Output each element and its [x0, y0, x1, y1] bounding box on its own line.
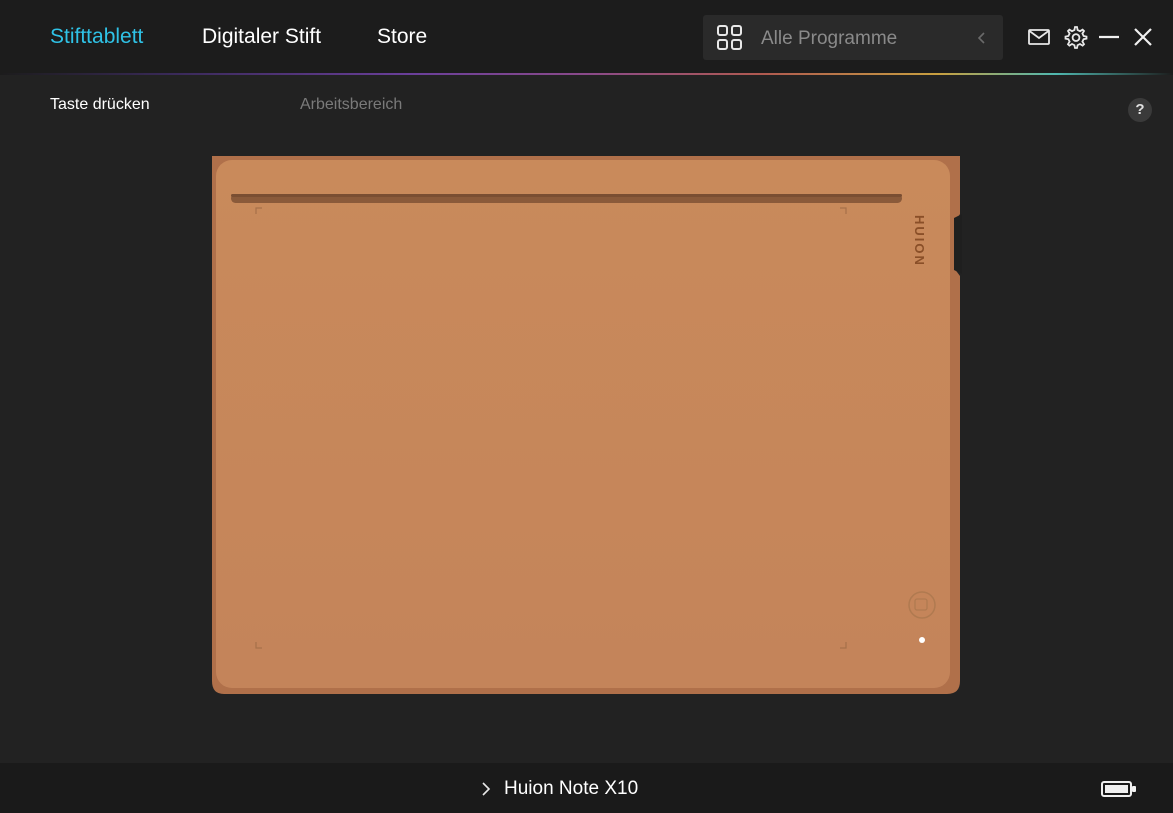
tab-digitaler-stift[interactable]: Digitaler Stift	[202, 25, 321, 49]
subtab-taste-druecken[interactable]: Taste drücken	[50, 96, 150, 114]
tab-store[interactable]: Store	[377, 25, 427, 49]
tablet-brand-label: HUION	[912, 215, 927, 267]
title-bar: Stifttablett Digitaler Stift Store Alle …	[0, 0, 1173, 74]
accent-divider	[0, 73, 1173, 75]
tab-stifttablett[interactable]: Stifttablett	[50, 25, 143, 49]
program-select[interactable]: Alle Programme	[703, 15, 1003, 60]
close-icon[interactable]	[1130, 24, 1156, 50]
mail-icon[interactable]	[1026, 24, 1052, 50]
tablet-image	[212, 156, 962, 696]
subtab-arbeitsbereich[interactable]: Arbeitsbereich	[300, 96, 402, 114]
chevron-right-icon	[482, 782, 491, 796]
app-window: Stifttablett Digitaler Stift Store Alle …	[0, 0, 1173, 813]
tablet-graphic	[212, 156, 962, 694]
device-name: Huion Note X10	[504, 778, 639, 799]
minimize-icon[interactable]	[1096, 24, 1122, 50]
grid-icon	[717, 25, 742, 50]
footer-bar: Huion Note X10	[0, 763, 1173, 813]
chevron-left-icon[interactable]	[975, 30, 989, 46]
program-select-value: Alle Programme	[761, 28, 898, 49]
gear-icon[interactable]	[1062, 24, 1088, 50]
help-button[interactable]: ?	[1128, 98, 1152, 122]
battery-icon	[1101, 781, 1136, 797]
